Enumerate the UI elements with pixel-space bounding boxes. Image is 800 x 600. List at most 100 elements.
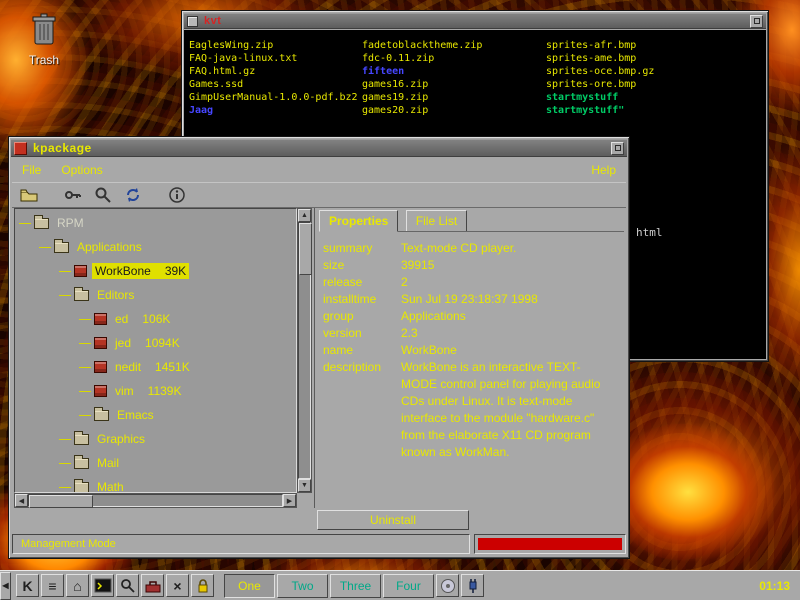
plug-icon (464, 577, 482, 595)
property-label: description (323, 359, 401, 376)
find-package-button[interactable] (60, 184, 86, 206)
tree-horizontal-scrollbar[interactable]: ◀ ▶ (14, 493, 297, 508)
scroll-up-icon[interactable]: ▲ (298, 209, 311, 222)
lock-button[interactable] (191, 574, 214, 597)
status-text: Management Mode (21, 538, 116, 550)
folder-icon (74, 482, 89, 493)
tree-branch-line (59, 295, 71, 296)
tree-item-editors[interactable]: Editors (15, 283, 296, 307)
scrollbar-track[interactable] (28, 494, 283, 507)
desktop-button-one[interactable]: One (224, 574, 275, 598)
package-icon (94, 385, 107, 397)
dialer-button[interactable] (461, 574, 484, 597)
tree-vertical-scrollbar[interactable]: ▲ ▼ (297, 208, 312, 493)
window-menu-button[interactable] (14, 142, 27, 155)
tab-properties[interactable]: Properties (319, 210, 398, 232)
trash-label: Trash (16, 53, 72, 67)
help-button[interactable] (164, 184, 190, 206)
trash-icon[interactable]: Trash (16, 12, 72, 67)
tree-item-math[interactable]: Math (15, 475, 296, 493)
open-folder-icon (20, 186, 38, 204)
file-name: sprites-ore.bmp (546, 79, 636, 90)
window-title: kpackage (33, 141, 611, 155)
tree-item-emacs[interactable]: Emacs (15, 403, 296, 427)
file-name: startmystuff" (546, 105, 624, 116)
tree-item-graphics[interactable]: Graphics (15, 427, 296, 451)
maximize-button[interactable] (611, 142, 624, 155)
folder-icon (74, 290, 89, 301)
tree-item-vim[interactable]: vim1139K (15, 379, 296, 403)
window-menu-icon[interactable] (187, 16, 198, 27)
home-icon: ⌂ (73, 579, 81, 593)
statusbar: Management Mode (12, 534, 626, 554)
uninstall-button[interactable]: Uninstall (317, 510, 469, 530)
tab-file-list[interactable]: File List (406, 210, 467, 231)
property-row: groupApplications (323, 308, 618, 325)
find-button[interactable] (116, 574, 139, 597)
tree-item-applications[interactable]: Applications (15, 235, 296, 259)
panel-hide-button[interactable]: ◀ (0, 572, 11, 600)
file-name: GimpUserManual-1.0.0-pdf.bz2 (189, 92, 358, 103)
terminal-title: kvt (204, 15, 750, 27)
tree-branch-line (79, 391, 91, 392)
maximize-icon (754, 18, 760, 24)
details-panel: Properties File List summaryText-mode CD… (314, 208, 624, 508)
desktop-button-three[interactable]: Three (330, 574, 381, 598)
tree-item-workbone[interactable]: WorkBone39K (15, 259, 296, 283)
tree-branch-line (79, 319, 91, 320)
tree-item-text: jed1094K (112, 335, 183, 351)
property-row: version2.3 (323, 325, 618, 342)
reload-button[interactable] (120, 184, 146, 206)
menu-file[interactable]: File (12, 160, 51, 180)
maximize-icon (615, 145, 621, 151)
desktop: Trash kvt EaglesWing.zipfadetoblacktheme… (0, 0, 800, 600)
open-button[interactable] (16, 184, 42, 206)
scroll-down-icon[interactable]: ▼ (298, 479, 311, 492)
taskbar: ◀ K ≡ ⌂ × (0, 570, 800, 600)
folder-icon (74, 434, 89, 445)
kpackage-titlebar[interactable]: kpackage (11, 139, 627, 157)
tree-item-text: RPM (54, 215, 87, 231)
folder-icon (94, 410, 109, 421)
tree-item-ed[interactable]: ed106K (15, 307, 296, 331)
package-icon (94, 313, 107, 325)
kpackage-window[interactable]: kpackage File Options Help (8, 136, 630, 559)
tree-item-mail[interactable]: Mail (15, 451, 296, 475)
file-name: sprites-afr.bmp (546, 40, 636, 51)
tree-item-jed[interactable]: jed1094K (15, 331, 296, 355)
tree-branch-line (79, 367, 91, 368)
property-row: release2 (323, 274, 618, 291)
terminal-side-text: html (636, 226, 663, 239)
package-icon (74, 265, 87, 277)
tab-bar: Properties File List (319, 210, 624, 232)
scroll-right-icon[interactable]: ▶ (283, 494, 296, 507)
scroll-left-icon[interactable]: ◀ (15, 494, 28, 507)
menu-options[interactable]: Options (51, 160, 112, 180)
scrollbar-thumb[interactable] (29, 495, 93, 508)
folder-icon (74, 458, 89, 469)
maximize-button[interactable] (750, 15, 763, 28)
menu-help[interactable]: Help (581, 160, 626, 180)
terminal-titlebar[interactable]: kvt (184, 13, 766, 29)
file-name: sprites-oce.bmp.gz (546, 66, 654, 77)
toolbox-button[interactable] (141, 574, 164, 597)
file-name: fdc-0.11.zip (362, 53, 434, 64)
cut-icon: × (173, 579, 181, 593)
tree-branch-line (59, 487, 71, 488)
properties-list: summaryText-mode CD player.size39915rele… (319, 236, 622, 508)
scrollbar-track[interactable] (298, 222, 311, 479)
cut-button[interactable]: × (166, 574, 189, 597)
tree-item-text: Editors (94, 287, 137, 303)
tree-item-nedit[interactable]: nedit1451K (15, 355, 296, 379)
k-menu-button[interactable]: K (16, 574, 39, 597)
window-list-button[interactable]: ≡ (41, 574, 64, 597)
cd-player-button[interactable] (436, 574, 459, 597)
tree-item-rpm[interactable]: RPM (15, 211, 296, 235)
tree-item-text: Math (94, 479, 127, 493)
home-button[interactable]: ⌂ (66, 574, 89, 597)
terminal-launcher-button[interactable] (91, 574, 114, 597)
desktop-button-four[interactable]: Four (383, 574, 434, 598)
find-file-button[interactable] (90, 184, 116, 206)
desktop-button-two[interactable]: Two (277, 574, 328, 598)
scrollbar-thumb[interactable] (299, 223, 312, 275)
